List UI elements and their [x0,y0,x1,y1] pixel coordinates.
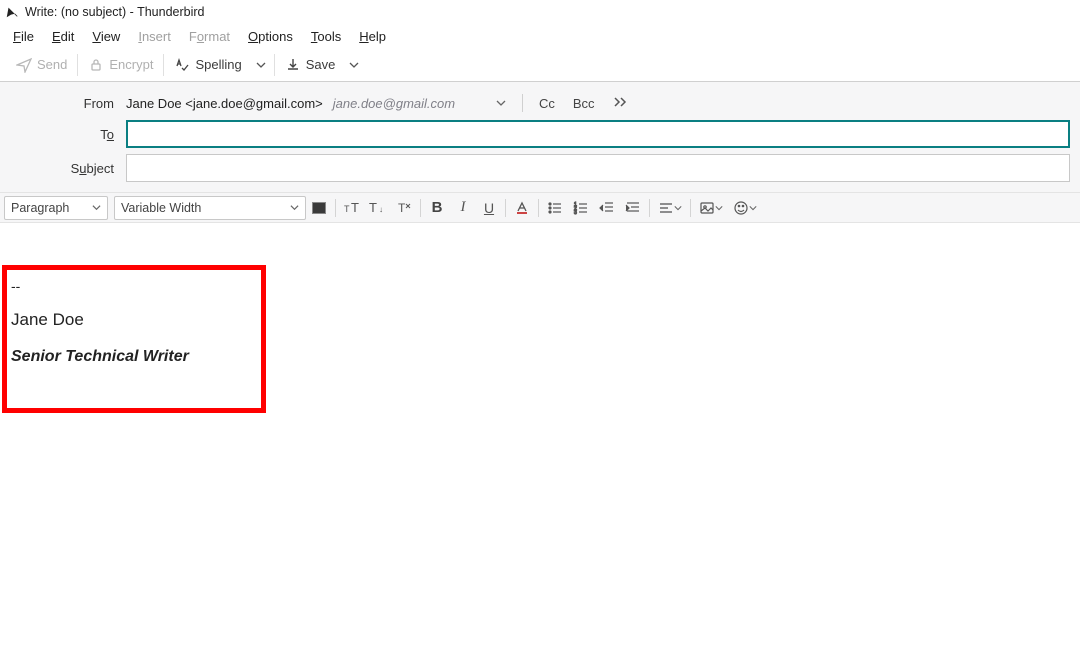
to-row: To [0,118,1080,150]
signature-name: Jane Doe [11,310,257,330]
separator [163,54,164,76]
from-identity-picker[interactable]: Jane Doe <jane.doe@gmail.com> jane.doe@g… [126,96,506,111]
spelling-label: Spelling [195,57,241,72]
save-label: Save [306,57,336,72]
more-recipients-icon[interactable] [613,96,629,111]
save-caret[interactable] [343,52,365,78]
from-row: From Jane Doe <jane.doe@gmail.com> jane.… [0,88,1080,118]
separator [538,199,539,217]
separator [77,54,78,76]
font-family-combo[interactable]: Variable Width [114,196,306,220]
underline-button[interactable]: U [476,196,502,220]
encrypt-button[interactable]: Encrypt [80,53,161,77]
align-button[interactable] [653,196,687,220]
menu-format[interactable]: Format [180,27,239,46]
separator [335,199,336,217]
menu-bar: File Edit View Insert Format Options Too… [0,24,1080,48]
menu-options[interactable]: Options [239,27,302,46]
menu-edit[interactable]: Edit [43,27,83,46]
signature-highlight: -- Jane Doe Senior Technical Writer [2,265,266,413]
menu-view[interactable]: View [83,27,129,46]
spelling-button[interactable]: Spelling [166,53,249,77]
send-button[interactable]: Send [8,53,75,77]
bullet-list-button[interactable] [542,196,568,220]
lock-icon [88,57,104,73]
number-list-button[interactable]: 123 [568,196,594,220]
svg-text:T: T [351,200,359,215]
send-label: Send [37,57,67,72]
menu-file[interactable]: File [4,27,43,46]
signature-title: Senior Technical Writer [11,348,257,366]
outdent-button[interactable] [594,196,620,220]
paragraph-style-value: Paragraph [11,201,69,215]
svg-text:T: T [344,204,350,214]
app-icon [5,5,19,19]
title-bar: Write: (no subject) - Thunderbird [0,0,1080,24]
insert-emoji-button[interactable] [728,196,762,220]
paragraph-style-combo[interactable]: Paragraph [4,196,108,220]
font-size-decrease-button[interactable]: TT [339,196,365,220]
from-label: From [0,96,126,111]
signature-separator: -- [11,278,257,294]
svg-text:T: T [398,201,406,215]
separator [690,199,691,217]
encrypt-label: Encrypt [109,57,153,72]
separator [420,199,421,217]
to-label: To [0,127,126,142]
insert-image-button[interactable] [694,196,728,220]
save-button[interactable]: Save [277,53,344,77]
separator [505,199,506,217]
download-icon [285,57,301,73]
svg-text:T: T [369,200,377,215]
italic-button[interactable]: I [450,196,476,220]
font-family-value: Variable Width [121,201,201,215]
cc-button[interactable]: Cc [539,96,555,111]
color-swatch-icon [312,202,326,214]
addressing-area: From Jane Doe <jane.doe@gmail.com> jane.… [0,82,1080,193]
remove-formatting-button[interactable]: T [391,196,417,220]
chevron-down-icon [290,203,299,212]
from-identity: jane.doe@gmail.com [329,96,455,111]
send-icon [16,57,32,73]
text-color-button2[interactable] [509,196,535,220]
bold-button[interactable]: B [424,196,450,220]
chevron-down-icon [496,98,506,108]
text-color-button[interactable] [306,196,332,220]
message-body[interactable]: -- Jane Doe Senior Technical Writer [0,223,1080,643]
separator [274,54,275,76]
svg-text:↓: ↓ [379,205,383,214]
menu-tools[interactable]: Tools [302,27,350,46]
window-title: Write: (no subject) - Thunderbird [25,5,204,19]
spellcheck-icon [174,57,190,73]
format-toolbar: Paragraph Variable Width TT T↓ T B I U 1… [0,193,1080,223]
subject-input[interactable] [126,154,1070,182]
main-toolbar: Send Encrypt Spelling Save [0,48,1080,82]
subject-row: Subject [0,152,1080,184]
indent-button[interactable] [620,196,646,220]
from-value: Jane Doe <jane.doe@gmail.com> [126,96,329,111]
to-input[interactable] [126,120,1070,148]
separator [522,94,523,112]
bcc-button[interactable]: Bcc [573,96,595,111]
separator [649,199,650,217]
subject-label: Subject [0,161,126,176]
chevron-down-icon [92,203,101,212]
svg-text:3: 3 [574,210,577,216]
spelling-caret[interactable] [250,52,272,78]
menu-insert[interactable]: Insert [129,27,180,46]
font-size-increase-button[interactable]: T↓ [365,196,391,220]
menu-help[interactable]: Help [350,27,395,46]
